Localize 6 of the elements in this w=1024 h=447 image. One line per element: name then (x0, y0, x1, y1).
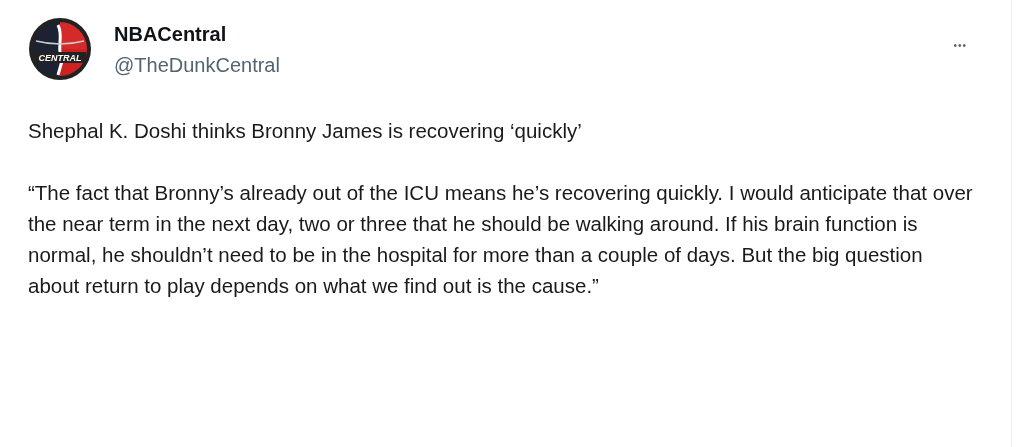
tweet-text: “The fact that Bronny’s already out of the ICU means he’s recovering quickly. I would anticipate that over the near term in the next day, two or three that he should be walking around. If his brain function is normal, he shouldn’t need to be in the hospital for more than a couple of days. But the big question about return to play depends on what we find out is the cause.” (28, 180, 973, 299)
tweet-text: Shephal K. Doshi thinks Bronny James is recovering ‘quickly’ (28, 118, 583, 144)
avatar-logo-icon[interactable]: CENTRAL (28, 17, 92, 81)
author-handle[interactable]: @TheDunkCentral (114, 53, 280, 77)
more-button[interactable]: ••• (949, 36, 971, 55)
author-name[interactable]: NBACentral (114, 22, 227, 46)
